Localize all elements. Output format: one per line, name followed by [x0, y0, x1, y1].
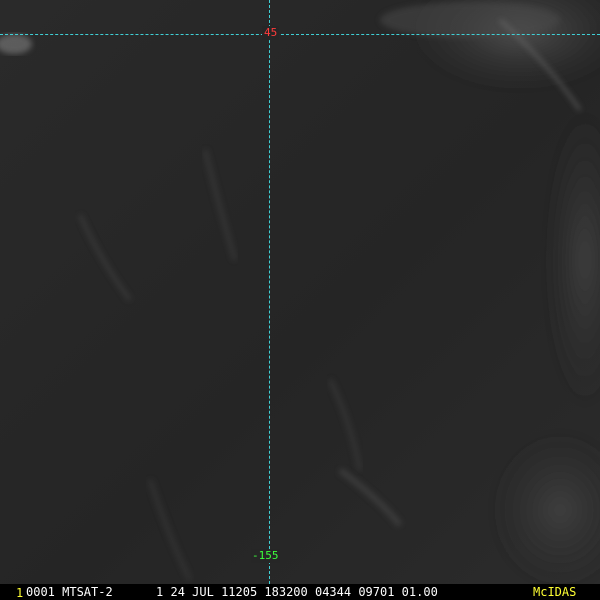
latitude-gridline — [0, 34, 600, 35]
satellite-image — [0, 0, 600, 584]
frame-number: 1 — [16, 586, 24, 600]
satellite-viewer[interactable]: 45 -155 1 0001 MTSAT-2 1 24 JUL 11205 18… — [0, 0, 600, 600]
longitude-gridline — [269, 0, 270, 584]
status-bar: 1 0001 MTSAT-2 1 24 JUL 11205 183200 043… — [0, 584, 600, 600]
longitude-label: -155 — [251, 549, 280, 563]
mcidas-brand: McIDAS — [533, 585, 577, 599]
latitude-label: 45 — [262, 26, 280, 40]
cloud-northeast-band — [380, 2, 560, 38]
status-info: 0001 MTSAT-2 1 24 JUL 11205 183200 04344… — [26, 585, 438, 599]
